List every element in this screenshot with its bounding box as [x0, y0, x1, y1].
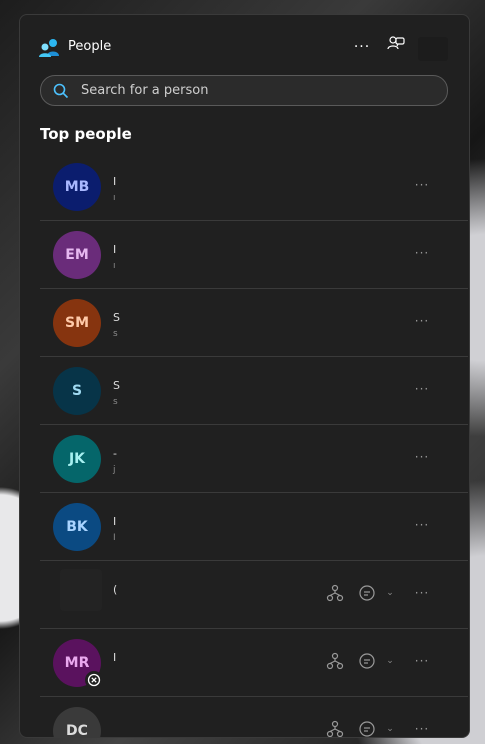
person-name: I: [113, 651, 117, 664]
person-name: I: [113, 175, 117, 188]
org-chart-button[interactable]: [326, 584, 344, 602]
app-title: People: [68, 39, 112, 54]
panel-header: People ···: [20, 15, 469, 81]
chat-button[interactable]: [358, 584, 376, 602]
person-name: -: [113, 447, 117, 460]
people-app-icon: [39, 38, 61, 58]
chevron-down-icon[interactable]: ⌄: [385, 585, 395, 601]
org-chart-icon: [326, 720, 344, 737]
person-subtitle: ı: [113, 261, 116, 271]
more-icon[interactable]: ···: [413, 719, 431, 737]
org-chart-icon: [326, 584, 344, 602]
chat-icon: [359, 721, 375, 737]
more-icon[interactable]: ···: [413, 379, 431, 399]
list-item[interactable]: JK - j ···: [40, 425, 468, 493]
list-item[interactable]: BK I I ···: [40, 493, 468, 561]
org-chart-icon: [326, 652, 344, 670]
blocked-icon: [85, 671, 103, 689]
more-icon[interactable]: ···: [413, 583, 431, 603]
org-chart-button[interactable]: [326, 720, 344, 737]
list-item[interactable]: MR I ⌄ ···: [40, 629, 468, 697]
more-icon[interactable]: ···: [413, 515, 431, 535]
more-icon[interactable]: ···: [413, 175, 431, 195]
section-title: Top people: [40, 125, 132, 143]
list-item[interactable]: MB I ı ···: [40, 153, 468, 221]
person-subtitle: s: [113, 329, 118, 339]
list-item[interactable]: ( ⌄ ···: [40, 561, 468, 629]
list-item[interactable]: DC ⌄ ···: [40, 697, 468, 737]
chevron-down-icon[interactable]: ⌄: [385, 653, 395, 669]
more-icon[interactable]: ···: [413, 651, 431, 671]
people-panel: People ··· Top people: [19, 14, 470, 738]
people-list: MB I ı ··· EM I ı ··· SM S s ··· S S s ·…: [40, 153, 468, 737]
list-item[interactable]: SM S s ···: [40, 289, 468, 357]
avatar: MB: [53, 163, 101, 211]
avatar: SM: [53, 299, 101, 347]
chat-button[interactable]: [358, 720, 376, 737]
more-icon[interactable]: ···: [413, 447, 431, 467]
more-options-button[interactable]: ···: [350, 35, 374, 59]
chat-icon: [359, 653, 375, 669]
more-icon[interactable]: ···: [413, 243, 431, 263]
org-chart-button[interactable]: [326, 652, 344, 670]
person-name: I: [113, 243, 117, 256]
chat-icon: [359, 585, 375, 601]
person-subtitle: I: [113, 533, 116, 543]
search-icon: [53, 83, 69, 99]
chat-button[interactable]: [358, 652, 376, 670]
chevron-down-icon[interactable]: ⌄: [385, 721, 395, 737]
avatar: [60, 569, 102, 611]
avatar: BK: [53, 503, 101, 551]
more-icon[interactable]: ···: [413, 311, 431, 331]
person-subtitle: s: [113, 397, 118, 407]
avatar: DC: [53, 707, 101, 737]
person-name: S: [113, 311, 120, 324]
avatar: EM: [53, 231, 101, 279]
person-name: I: [113, 515, 117, 528]
window-control[interactable]: [418, 37, 448, 61]
avatar: JK: [53, 435, 101, 483]
person-subtitle: j: [113, 465, 116, 475]
person-name: (: [113, 583, 118, 596]
person-subtitle: ı: [113, 193, 116, 203]
chat-icon: [387, 35, 405, 57]
chat-button[interactable]: [384, 34, 408, 58]
more-icon: ···: [353, 39, 371, 55]
avatar: S: [53, 367, 101, 415]
person-name: S: [113, 379, 120, 392]
search-box[interactable]: [40, 75, 448, 106]
list-item[interactable]: S S s ···: [40, 357, 468, 425]
search-input[interactable]: [79, 82, 447, 99]
list-item[interactable]: EM I ı ···: [40, 221, 468, 289]
